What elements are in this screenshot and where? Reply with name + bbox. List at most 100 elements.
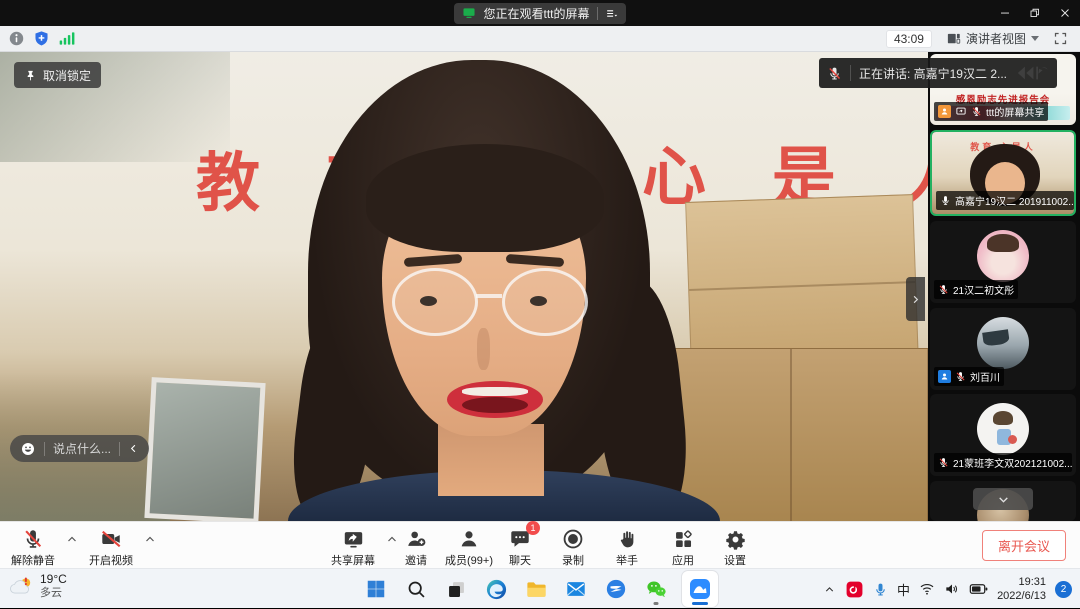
close-button[interactable] (1050, 0, 1080, 26)
watching-screen-pill[interactable]: 您正在观看ttt的屏幕 (454, 3, 625, 24)
security-shield-icon[interactable] (33, 30, 50, 47)
screen-share-icon (955, 106, 967, 117)
windows-taskbar: 19°C 多云 (0, 568, 1080, 608)
edge-browser-button[interactable] (482, 572, 510, 606)
quick-chat-bar[interactable]: 说点什么... (10, 435, 149, 462)
search-icon (406, 579, 427, 600)
ime-indicator[interactable]: 中 (897, 580, 910, 599)
unmute-button[interactable]: 解除静音 (6, 526, 60, 568)
mic-options-chevron[interactable] (66, 534, 78, 544)
netease-music-icon[interactable] (845, 580, 864, 599)
apps-icon (673, 526, 694, 550)
mic-on-icon (940, 195, 951, 206)
tray-chevron-up-icon[interactable] (823, 583, 836, 596)
invite-icon (405, 526, 428, 550)
members-button[interactable]: 成员(99+) (438, 526, 500, 568)
settings-button[interactable]: 设置 (710, 526, 760, 568)
emoji-icon[interactable] (20, 441, 36, 457)
participant-thumb[interactable]: 21汉二初文彤 (930, 221, 1076, 303)
record-label: 录制 (562, 552, 584, 568)
blue-browser-icon (605, 578, 627, 600)
pill-menu-icon[interactable] (605, 7, 618, 20)
participant-thumb-active-speaker[interactable]: 教育 心是人 高嘉宁19汉二 201911002... (930, 130, 1076, 216)
raise-hand-button[interactable]: 举手 (602, 526, 652, 568)
banner-arrows-icon (1015, 65, 1049, 81)
meeting-app-button[interactable] (682, 571, 718, 607)
window-controls (990, 0, 1080, 26)
fullscreen-icon[interactable] (1053, 31, 1068, 46)
task-view-icon (446, 579, 467, 600)
quick-chat-placeholder[interactable]: 说点什么... (53, 440, 111, 457)
gear-icon (725, 526, 746, 550)
network-signal-icon[interactable] (58, 31, 75, 46)
view-mode-button[interactable]: 演讲者视图 (942, 28, 1043, 49)
unpin-button[interactable]: 取消锁定 (14, 62, 101, 88)
weather-cloud-icon (8, 573, 34, 599)
wechat-button[interactable] (642, 572, 670, 606)
chevron-left-icon[interactable] (128, 443, 139, 454)
start-button[interactable] (362, 572, 390, 606)
weather-temp: 19°C (40, 572, 67, 587)
avatar (977, 317, 1029, 369)
mic-muted-icon (938, 457, 949, 468)
participant-thumb[interactable]: 21蒙班李文双202121002... (930, 394, 1076, 476)
mail-icon (565, 578, 587, 600)
meeting-toolbar: 解除静音 开启视频 共享屏幕 邀请 成员(99+) 1 (0, 521, 1080, 568)
chat-icon: 1 (509, 526, 531, 550)
camera-off-icon (99, 526, 123, 550)
member-badge-icon (938, 370, 951, 383)
share-screen-button[interactable]: 共享屏幕 (325, 526, 381, 568)
meeting-info-icon[interactable] (8, 30, 25, 47)
apps-button[interactable]: 应用 (658, 526, 708, 568)
start-video-button[interactable]: 开启视频 (84, 526, 138, 568)
watching-screen-label: 您正在观看ttt的屏幕 (483, 5, 589, 22)
chevron-down-icon (997, 493, 1010, 506)
invite-button[interactable]: 邀请 (392, 526, 440, 568)
avatar (977, 403, 1029, 455)
presenter-badge-icon (938, 105, 951, 118)
file-explorer-button[interactable] (522, 572, 550, 606)
weather-widget[interactable]: 19°C 多云 (8, 572, 67, 601)
chat-label: 聊天 (509, 552, 531, 568)
members-label: 成员(99+) (445, 552, 493, 568)
meeting-info-bar: 43:09 演讲者视图 (0, 26, 1080, 52)
minimize-button[interactable] (990, 0, 1020, 26)
view-mode-label: 演讲者视图 (966, 30, 1026, 47)
notification-count-badge[interactable]: 2 (1055, 581, 1072, 598)
participants-sidebar: 感恩励志先进报告会 ttt的屏幕共享 教育 心是人 (928, 52, 1080, 521)
taskbar-tray: 中 19:31 2022/6/13 2 (823, 569, 1072, 609)
battery-icon[interactable] (969, 582, 988, 596)
chat-button[interactable]: 1 聊天 (496, 526, 544, 568)
start-video-label: 开启视频 (89, 552, 133, 568)
mail-button[interactable] (562, 572, 590, 606)
wechat-icon (645, 578, 668, 601)
restore-button[interactable] (1020, 0, 1050, 26)
speaker-icon[interactable] (944, 581, 960, 597)
search-button[interactable] (402, 572, 430, 606)
raise-hand-icon (617, 526, 638, 550)
chat-badge: 1 (526, 521, 540, 535)
participant-name: 21蒙班李文双202121002... (953, 455, 1072, 470)
mic-muted-icon (971, 106, 982, 117)
participant-thumb[interactable]: 刘百川 (930, 308, 1076, 390)
record-button[interactable]: 录制 (548, 526, 598, 568)
wifi-icon[interactable] (919, 582, 935, 596)
mic-muted-icon (938, 284, 949, 295)
participant-name: 21汉二初文彤 (953, 282, 1014, 297)
tray-date: 2022/6/13 (997, 589, 1046, 603)
task-view-button[interactable] (442, 572, 470, 606)
unmute-label: 解除静音 (11, 552, 55, 568)
speaking-label: 正在讲话: 高嘉宁19汉二 2... (859, 65, 1007, 82)
meeting-app-icon (688, 577, 712, 601)
meeting-stage: 教 育 心 是 人 取消锁定 (0, 52, 1080, 521)
tray-mic-icon[interactable] (873, 582, 888, 597)
scroll-down-button[interactable] (973, 488, 1033, 510)
clock-widget[interactable]: 19:31 2022/6/13 (997, 575, 1046, 604)
avatar (977, 230, 1029, 282)
video-options-chevron[interactable] (144, 534, 156, 544)
qq-browser-button[interactable] (602, 572, 630, 606)
leave-meeting-button[interactable]: 离开会议 (982, 530, 1066, 561)
sidebar-collapse-button[interactable] (906, 277, 925, 321)
meeting-timer: 43:09 (886, 30, 932, 48)
layout-view-icon (946, 31, 961, 46)
